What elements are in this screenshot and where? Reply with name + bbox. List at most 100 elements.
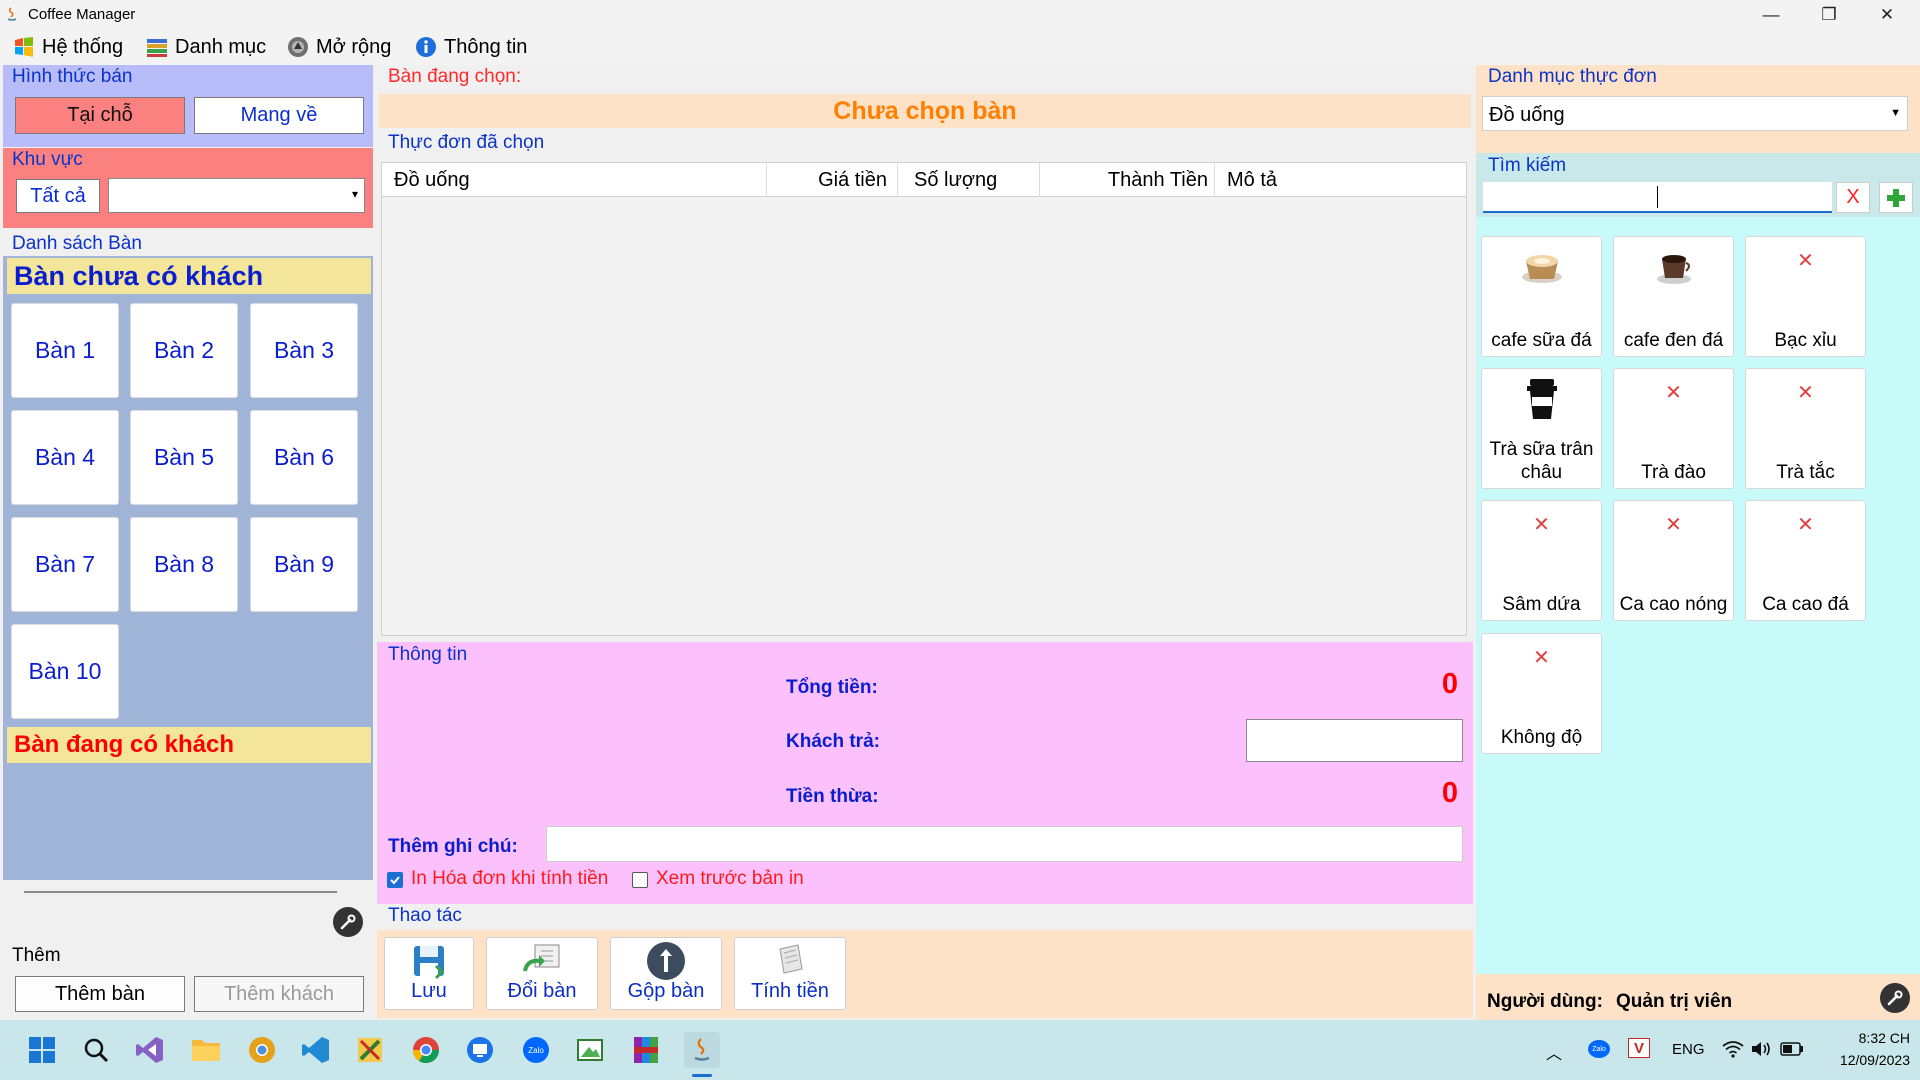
active-indicator: [692, 1074, 712, 1077]
product-card[interactable]: ✕ Ca cao đá: [1745, 500, 1866, 621]
java-running-app-icon[interactable]: [684, 1032, 720, 1068]
column-header[interactable]: Thành Tiền: [1040, 163, 1215, 197]
table-button[interactable]: Bàn 1: [11, 303, 119, 398]
receipt-icon: [735, 940, 845, 982]
merge-table-button[interactable]: Gộp bàn: [610, 937, 722, 1010]
menu-he-thong[interactable]: Hệ thống: [12, 33, 123, 61]
menu-thong-tin[interactable]: Thông tin: [414, 33, 527, 61]
note-input[interactable]: [546, 826, 1463, 862]
product-card[interactable]: ✕ Trà tắc: [1745, 368, 1866, 489]
table-button[interactable]: Bàn 8: [130, 517, 238, 612]
table-button[interactable]: Bàn 3: [250, 303, 358, 398]
zalo-icon[interactable]: Zalo: [518, 1032, 554, 1068]
paid-label: Khách trả:: [786, 731, 880, 752]
product-name: Trà tắc: [1776, 462, 1835, 483]
product-name: Sâm dứa: [1502, 594, 1581, 615]
column-header[interactable]: Mô tả: [1215, 163, 1466, 197]
menu-mo-rong[interactable]: Mở rộng: [286, 33, 391, 61]
table-button[interactable]: Bàn 2: [130, 303, 238, 398]
scrollbar[interactable]: [24, 891, 337, 893]
winrar-icon[interactable]: [628, 1032, 664, 1068]
latte-cup-icon: [1482, 243, 1601, 291]
preview-print-label[interactable]: Xem trước bản in: [656, 868, 804, 890]
unikey-tray-icon[interactable]: V: [1628, 1038, 1650, 1058]
speaker-icon[interactable]: [1750, 1040, 1772, 1063]
zalo-tray-icon[interactable]: Zalo: [1588, 1040, 1610, 1058]
dine-in-button[interactable]: Tại chỗ: [15, 97, 185, 134]
window-title: Coffee Manager: [28, 6, 136, 23]
table-button[interactable]: Bàn 5: [130, 410, 238, 505]
print-on-pay-label[interactable]: In Hóa đơn khi tính tiền: [411, 868, 608, 890]
maximize-button[interactable]: ❐: [1800, 0, 1858, 29]
print-on-pay-checkbox[interactable]: [387, 872, 403, 888]
order-table[interactable]: Đồ uống Giá tiền Số lượng Thành Tiền Mô …: [381, 162, 1467, 636]
change-table-button[interactable]: Đổi bàn: [486, 937, 598, 1010]
tool-app-icon[interactable]: [352, 1032, 388, 1068]
chevron-up-icon[interactable]: ︿: [1546, 1040, 1562, 1064]
chrome-canary-icon[interactable]: [244, 1032, 280, 1068]
black-coffee-icon: [1614, 243, 1733, 291]
menu-danh-muc[interactable]: Danh mục: [145, 33, 266, 61]
table-button[interactable]: Bàn 7: [11, 517, 119, 612]
column-header[interactable]: Số lượng: [898, 163, 1040, 197]
add-table-button[interactable]: Thêm bàn: [15, 976, 185, 1012]
search-input[interactable]: [1483, 182, 1832, 213]
close-window-button[interactable]: ✕: [1858, 0, 1916, 29]
product-name: Ca cao đá: [1762, 594, 1849, 615]
product-card[interactable]: ✕ Không độ: [1481, 633, 1602, 754]
column-header[interactable]: Đồ uống: [382, 163, 767, 197]
minimize-button[interactable]: —: [1742, 0, 1800, 29]
product-card[interactable]: Trà sữa trân châu: [1481, 368, 1602, 489]
paid-input[interactable]: [1246, 719, 1463, 762]
remote-app-icon[interactable]: [462, 1032, 498, 1068]
product-name: Trà đào: [1641, 462, 1706, 483]
table-button[interactable]: Bàn 9: [250, 517, 358, 612]
vscode-icon[interactable]: [298, 1032, 334, 1068]
product-name: Ca cao nóng: [1619, 594, 1728, 615]
product-card[interactable]: ✕ Sâm dứa: [1481, 500, 1602, 621]
product-card[interactable]: cafe đen đá: [1613, 236, 1734, 357]
actions-title: Thao tác: [388, 905, 462, 926]
save-button[interactable]: Lưu: [384, 937, 474, 1010]
broken-image-icon: ✕: [1533, 513, 1550, 536]
clear-search-button[interactable]: X: [1836, 182, 1870, 213]
take-away-button[interactable]: Mang về: [194, 97, 364, 134]
category-select[interactable]: Đồ uống ▼: [1482, 96, 1908, 131]
category-select-value: Đồ uống: [1489, 104, 1565, 126]
column-header[interactable]: Giá tiền: [767, 163, 898, 197]
add-item-button[interactable]: [1879, 182, 1913, 213]
total-value: 0: [1441, 668, 1458, 700]
settings-wrench-icon[interactable]: [1880, 983, 1910, 1013]
chrome-icon[interactable]: [408, 1032, 444, 1068]
user-label: Người dùng:: [1487, 991, 1603, 1012]
product-card[interactable]: ✕ Ca cao nóng: [1613, 500, 1734, 621]
add-customer-button[interactable]: Thêm khách: [194, 976, 364, 1012]
product-card[interactable]: cafe sữa đá: [1481, 236, 1602, 357]
product-card[interactable]: ✕ Bạc xỉu: [1745, 236, 1866, 357]
wifi-icon[interactable]: [1722, 1040, 1744, 1063]
checkout-button[interactable]: Tính tiền: [734, 937, 846, 1010]
clock-date[interactable]: 12/09/2023: [1818, 1052, 1910, 1068]
clock-time[interactable]: 8:32 CH: [1818, 1030, 1910, 1046]
file-explorer-icon[interactable]: [188, 1032, 224, 1068]
actions-title-bar: [377, 904, 1473, 932]
swap-table-icon: [487, 940, 597, 982]
chevron-down-icon: ▼: [1890, 107, 1901, 119]
table-button[interactable]: Bàn 4: [11, 410, 119, 505]
change-label: Tiền thừa:: [786, 786, 879, 807]
visual-studio-icon[interactable]: [132, 1032, 168, 1068]
language-indicator[interactable]: ENG: [1672, 1041, 1705, 1058]
all-areas-button[interactable]: Tất cả: [16, 179, 100, 213]
table-button[interactable]: Bàn 10: [11, 624, 119, 719]
search-icon[interactable]: [78, 1032, 114, 1068]
paint-app-icon[interactable]: [572, 1032, 608, 1068]
windows-flag-icon: [12, 35, 36, 59]
wrench-icon[interactable]: [333, 907, 363, 937]
table-button[interactable]: Bàn 6: [250, 410, 358, 505]
windows-start-icon[interactable]: [24, 1032, 60, 1068]
merge-table-label: Gộp bàn: [627, 980, 705, 1002]
preview-print-checkbox[interactable]: [632, 872, 648, 888]
area-select[interactable]: ▾: [108, 178, 365, 213]
battery-icon[interactable]: [1780, 1042, 1804, 1061]
product-card[interactable]: ✕ Trà đào: [1613, 368, 1734, 489]
